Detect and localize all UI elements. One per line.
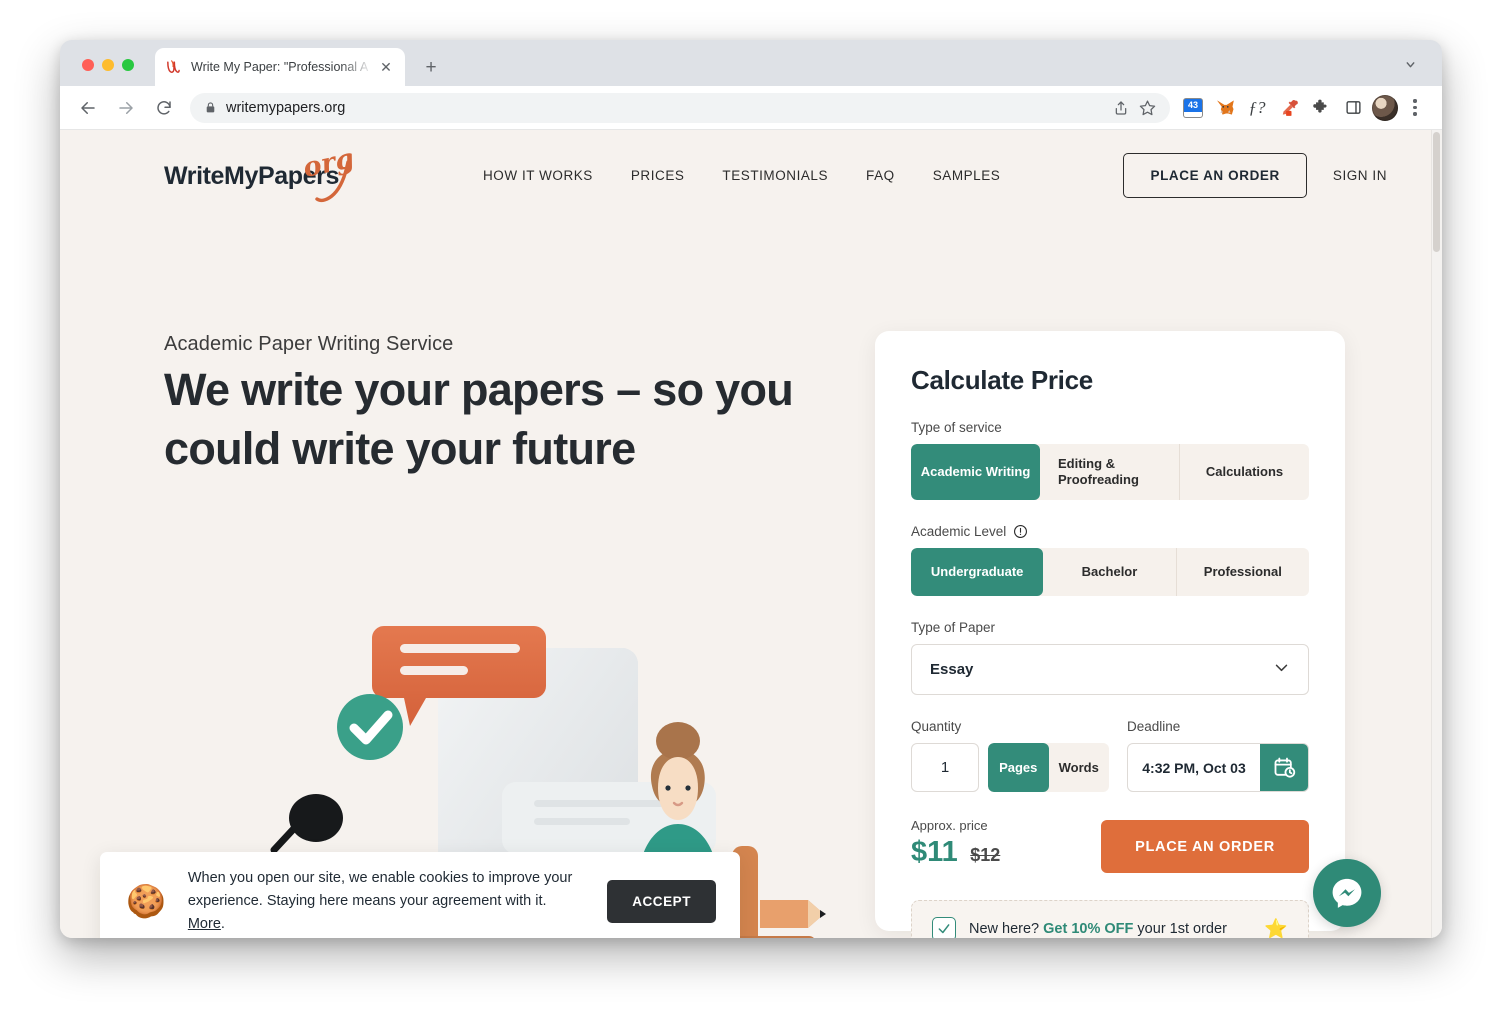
browser-tab[interactable]: Write My Paper: "Professional A ✕ bbox=[155, 48, 405, 86]
quantity-input[interactable]: 1 bbox=[911, 743, 979, 792]
f-question-icon[interactable]: ƒ? bbox=[1242, 94, 1272, 122]
nav-item-samples[interactable]: SAMPLES bbox=[933, 168, 1001, 183]
price-current: $11 bbox=[911, 836, 958, 868]
puzzle-extension-icon[interactable] bbox=[1306, 94, 1336, 122]
checkmark-icon[interactable] bbox=[932, 917, 956, 938]
badge-43-icon[interactable]: 43 bbox=[1178, 94, 1208, 122]
header-actions: PLACE AN ORDER SIGN IN bbox=[1123, 152, 1387, 198]
calculate-price-card: Calculate Price Type of service Academic… bbox=[875, 331, 1345, 938]
quantity-unit-toggle: Pages Words bbox=[988, 743, 1109, 792]
level-option-professional[interactable]: Professional bbox=[1177, 548, 1309, 596]
writemypapers-w-icon bbox=[167, 59, 180, 73]
share-icon[interactable] bbox=[1108, 95, 1134, 121]
academic-level-segmented-control: Undergraduate Bachelor Professional bbox=[911, 548, 1309, 596]
scrollbar-thumb[interactable] bbox=[1433, 132, 1440, 252]
place-an-order-header-button[interactable]: PLACE AN ORDER bbox=[1123, 152, 1307, 198]
cookie-emoji-icon: 🍪 bbox=[126, 883, 166, 919]
cookie-consent-banner: 🍪 When you open our site, we enable cook… bbox=[100, 852, 740, 938]
window-close-button[interactable] bbox=[82, 59, 94, 71]
star-icon[interactable] bbox=[1134, 95, 1160, 121]
place-an-order-button[interactable]: PLACE AN ORDER bbox=[1101, 820, 1309, 873]
nav-item-how-it-works[interactable]: HOW IT WORKS bbox=[483, 168, 593, 183]
type-of-paper-select[interactable]: Essay bbox=[911, 644, 1309, 695]
level-option-undergraduate[interactable]: Undergraduate bbox=[911, 548, 1044, 596]
level-option-bachelor[interactable]: Bachelor bbox=[1043, 548, 1177, 596]
address-bar-url: writemypapers.org bbox=[226, 99, 346, 116]
info-circle-icon[interactable] bbox=[1013, 524, 1028, 539]
price-block: Approx. price $11 $12 bbox=[911, 818, 1101, 873]
main-nav: HOW IT WORKS PRICES TESTIMONIALS FAQ SAM… bbox=[483, 168, 1000, 183]
calculator-title: Calculate Price bbox=[911, 365, 1093, 395]
side-panel-icon[interactable] bbox=[1338, 94, 1368, 122]
three-dots-menu-icon[interactable] bbox=[1402, 95, 1428, 121]
promo-lead: New here? bbox=[969, 921, 1044, 937]
site-logo[interactable]: WriteMyPapers org bbox=[164, 143, 364, 203]
page-title: We write your papers – so you could writ… bbox=[164, 364, 794, 474]
metamask-fox-icon[interactable] bbox=[1210, 94, 1240, 122]
tab-title: Write My Paper: "Professional A bbox=[191, 60, 369, 74]
page-scrollbar[interactable] bbox=[1431, 130, 1442, 938]
site-header: WriteMyPapers org HOW IT WORKS PRICES TE… bbox=[60, 130, 1431, 220]
type-of-service-label-text: Type of service bbox=[911, 420, 1002, 435]
cookie-accept-button[interactable]: ACCEPT bbox=[607, 879, 716, 923]
deadline-field[interactable]: 4:32 PM, Oct 03 bbox=[1127, 743, 1309, 792]
window-minimize-button[interactable] bbox=[102, 59, 114, 71]
avatar[interactable] bbox=[1370, 94, 1400, 122]
promo-text: New here? Get 10% OFF your 1st order bbox=[969, 921, 1227, 937]
hero-eyebrow: Academic Paper Writing Service bbox=[164, 333, 454, 355]
type-of-service-segmented-control: Academic Writing Editing & Proofreading … bbox=[911, 444, 1309, 500]
cookie-text-body: When you open our site, we enable cookie… bbox=[187, 869, 573, 909]
quantity-group: Quantity 1 Pages Words bbox=[911, 719, 1109, 792]
window-maximize-button[interactable] bbox=[122, 59, 134, 71]
tab-close-icon[interactable]: ✕ bbox=[377, 58, 395, 76]
type-of-paper-label: Type of Paper bbox=[911, 620, 1309, 635]
promo-tail: your 1st order bbox=[1133, 921, 1227, 937]
chevron-down-icon bbox=[1273, 659, 1290, 680]
tab-strip: Write My Paper: "Professional A ✕ + bbox=[60, 40, 1442, 86]
deadline-value: 4:32 PM, Oct 03 bbox=[1142, 759, 1246, 776]
type-of-paper-label-text: Type of Paper bbox=[911, 620, 996, 635]
service-option-academic-writing[interactable]: Academic Writing bbox=[911, 444, 1040, 500]
sign-in-link[interactable]: SIGN IN bbox=[1333, 168, 1387, 183]
lock-icon bbox=[206, 102, 215, 113]
service-option-editing-proofreading[interactable]: Editing & Proofreading bbox=[1040, 444, 1180, 500]
deadline-label: Deadline bbox=[1127, 719, 1181, 734]
quantity-unit-words[interactable]: Words bbox=[1049, 743, 1110, 792]
calendar-clock-icon[interactable] bbox=[1260, 744, 1308, 791]
promo-highlight: Get 10% OFF bbox=[1043, 921, 1134, 937]
nav-item-testimonials[interactable]: TESTIMONIALS bbox=[722, 168, 828, 183]
extensions-area: 43 ƒ? bbox=[1178, 94, 1442, 122]
quantity-unit-pages[interactable]: Pages bbox=[988, 743, 1049, 792]
promo-banner[interactable]: New here? Get 10% OFF your 1st order ⭐ bbox=[911, 900, 1309, 938]
chevron-down-icon[interactable] bbox=[1396, 52, 1424, 76]
academic-level-label-text: Academic Level bbox=[911, 524, 1007, 539]
price-row: Approx. price $11 $12 PLACE AN ORDER bbox=[911, 818, 1309, 873]
star-emoji-icon: ⭐ bbox=[1264, 919, 1288, 938]
deadline-group: Deadline 4:32 PM, Oct 03 bbox=[1127, 719, 1309, 792]
approx-price-label: Approx. price bbox=[911, 818, 988, 833]
quantity-label: Quantity bbox=[911, 719, 962, 734]
facebook-messenger-icon[interactable] bbox=[1313, 859, 1381, 927]
cookie-text-period: . bbox=[220, 915, 225, 932]
arrow-left-icon[interactable] bbox=[74, 94, 102, 122]
reload-icon[interactable] bbox=[150, 94, 178, 122]
nav-item-prices[interactable]: PRICES bbox=[631, 168, 685, 183]
browser-toolbar: writemypapers.org 43 ƒ? bbox=[60, 86, 1442, 130]
type-of-paper-value: Essay bbox=[930, 661, 974, 678]
quantity-deadline-row: Quantity 1 Pages Words Deadline 4:32 PM,… bbox=[911, 719, 1309, 792]
new-tab-button[interactable]: + bbox=[418, 54, 444, 80]
price-old: $12 bbox=[970, 845, 1001, 865]
academic-level-label: Academic Level bbox=[911, 524, 1309, 539]
eyedropper-icon[interactable] bbox=[1274, 94, 1304, 122]
nav-item-faq[interactable]: FAQ bbox=[866, 168, 895, 183]
page-viewport: WriteMyPapers org HOW IT WORKS PRICES TE… bbox=[60, 130, 1442, 938]
service-option-calculations[interactable]: Calculations bbox=[1180, 444, 1309, 500]
browser-window: Write My Paper: "Professional A ✕ + writ… bbox=[60, 40, 1442, 938]
cookie-more-link[interactable]: More bbox=[188, 916, 221, 932]
address-bar[interactable]: writemypapers.org bbox=[190, 92, 1170, 123]
type-of-service-label: Type of service bbox=[911, 420, 1309, 435]
cookie-text: When you open our site, we enable cookie… bbox=[188, 867, 585, 936]
arrow-right-icon[interactable] bbox=[112, 94, 140, 122]
